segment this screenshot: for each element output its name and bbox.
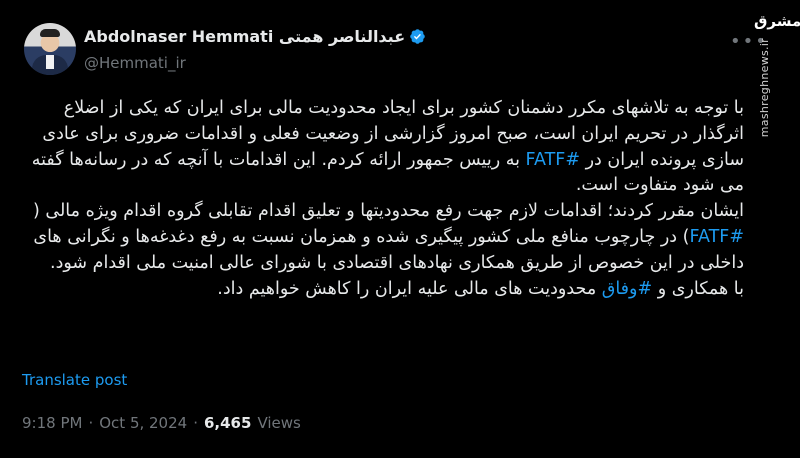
views-label: Views [257,414,301,432]
author-handle[interactable]: @Hemmati_ir [84,54,426,72]
meta-separator: · [193,414,198,432]
tweet-text-segment: با همکاری و [652,278,744,299]
tweet-paragraph: با همکاری و #وفاق محدودیت های مالی علیه … [22,277,744,303]
tweet-text-segment: محدودیت های مالی علیه ایران را کاهش خواه… [217,278,602,299]
watermark-logo: مشرق [754,12,800,30]
watermark: مشرق mashreghnews.ir [754,12,800,137]
tweet-text: با توجه به تلاشهای مکرر دشمنان کشور برای… [22,96,744,366]
name-row: Abdolnaser Hemmati عبدالناصر همتی [84,27,426,46]
translate-post-link[interactable]: Translate post [22,371,127,389]
hashtag-link[interactable]: #FATF [690,227,745,247]
hashtag-link[interactable]: #وفاق [602,279,652,299]
meta-separator: · [88,414,94,432]
watermark-url: mashreghnews.ir [758,38,771,138]
tweet-text-segment: ) در چارچوب منافع ملی کشور پیگیری شده و … [33,226,744,273]
post-time[interactable]: 9:18 PM [22,414,82,432]
avatar[interactable] [24,23,76,75]
verified-badge-icon[interactable] [409,28,426,45]
tweet-text-segment: ایشان مقرر کردند؛ اقدامات لازم جهت رفع م… [33,201,744,222]
hashtag-link[interactable]: #FATF [526,150,581,170]
tweet-header: Abdolnaser Hemmati عبدالناصر همتی @Hemma… [24,23,766,79]
tweet-paragraph: ایشان مقرر کردند؛ اقدامات لازم جهت رفع م… [22,199,744,276]
author-display-name[interactable]: Abdolnaser Hemmati عبدالناصر همتی [84,27,405,46]
tweet-meta: 9:18 PM · Oct 5, 2024 · 6,465 Views [22,414,301,432]
author-info: Abdolnaser Hemmati عبدالناصر همتی @Hemma… [84,27,426,72]
views-count: 6,465 [203,414,252,432]
post-date[interactable]: Oct 5, 2024 [99,414,187,432]
tweet-paragraph: با توجه به تلاشهای مکرر دشمنان کشور برای… [22,96,744,199]
